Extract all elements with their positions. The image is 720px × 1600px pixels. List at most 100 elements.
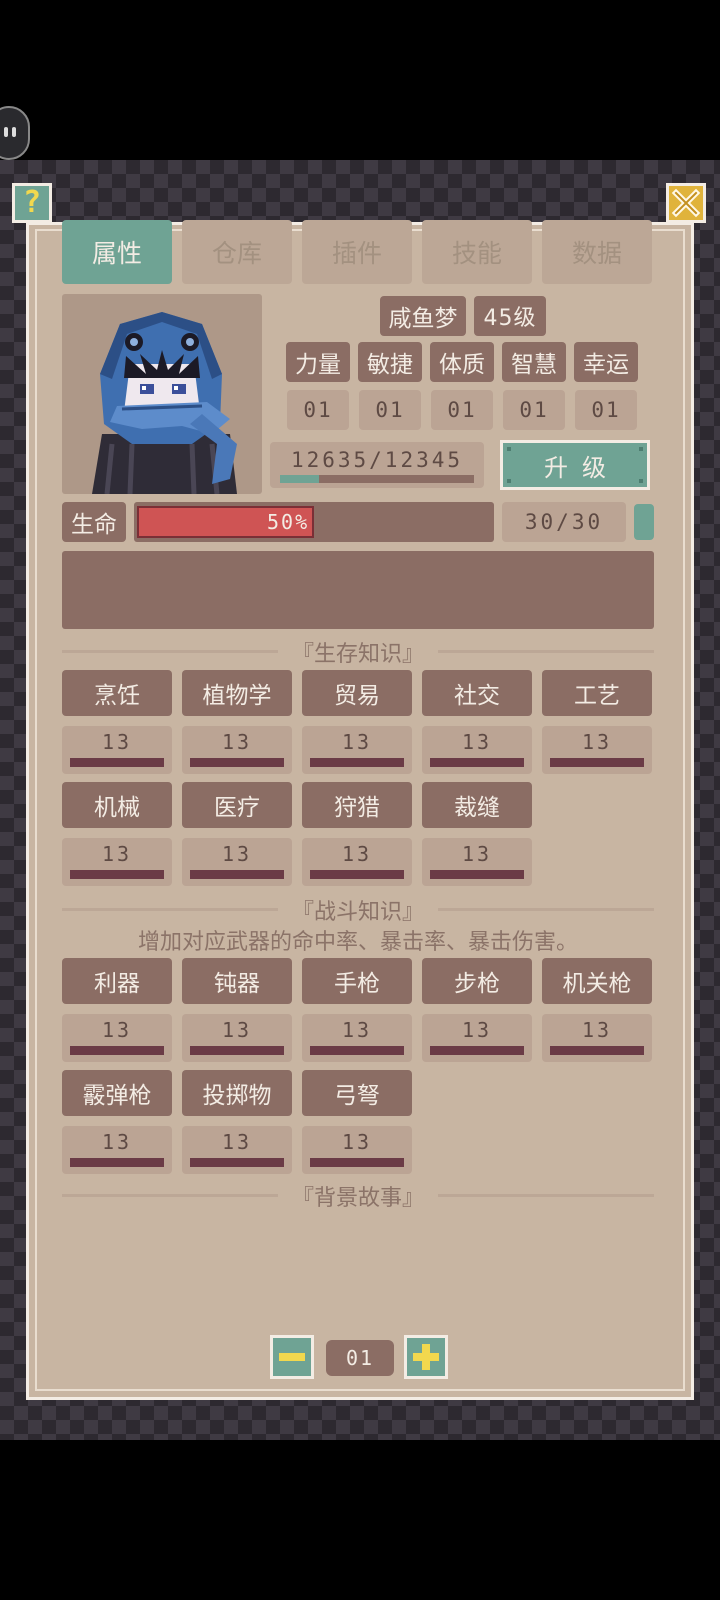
eye-icon bbox=[12, 127, 16, 137]
attr-value-agility: 01 bbox=[359, 390, 421, 430]
combat-skill-level: 13 bbox=[581, 1018, 613, 1042]
survival-section-title: 『生存知识』 bbox=[291, 642, 424, 667]
survival-skill-name[interactable]: 烹饪 bbox=[62, 670, 172, 716]
survival-skill-bar bbox=[70, 870, 164, 879]
attr-label-strength: 力量 bbox=[286, 342, 350, 382]
eye-icon bbox=[4, 127, 8, 137]
tab-warehouse[interactable]: 仓库 bbox=[182, 220, 292, 284]
survival-skill-bar bbox=[310, 758, 404, 767]
survival-skill-level: 13 bbox=[581, 730, 613, 754]
survival-skill-name[interactable]: 医疗 bbox=[182, 782, 292, 828]
survival-skill-bar bbox=[310, 870, 404, 879]
combat-skill-level: 13 bbox=[341, 1018, 373, 1042]
combat-skill-name[interactable]: 霰弹枪 bbox=[62, 1070, 172, 1116]
combat-skill-name[interactable]: 钝器 bbox=[182, 958, 292, 1004]
combat-skill-bar bbox=[310, 1158, 404, 1167]
health-percent: 50% bbox=[267, 510, 310, 534]
experience-box: 12635/12345 bbox=[270, 442, 484, 488]
combat-skill-bar bbox=[70, 1158, 164, 1167]
help-button[interactable]: ? bbox=[12, 183, 52, 223]
combat-skill-name[interactable]: 利器 bbox=[62, 958, 172, 1004]
floating-assistant-button[interactable] bbox=[0, 106, 30, 160]
survival-skill-value: 13 bbox=[542, 726, 652, 774]
combat-skill-value: 13 bbox=[542, 1014, 652, 1062]
combat-skill-value: 13 bbox=[62, 1126, 172, 1174]
combat-section-header: 『战斗知识』 bbox=[62, 894, 654, 925]
combat-skill-bar bbox=[190, 1046, 284, 1055]
close-icon bbox=[671, 188, 701, 218]
combat-skill-name[interactable]: 投掷物 bbox=[182, 1070, 292, 1116]
combat-description: 增加对应武器的命中率、暴击率、暴击伤害。 bbox=[137, 930, 578, 955]
health-bar: 50% bbox=[134, 502, 494, 542]
upgrade-label: 升级 bbox=[544, 453, 620, 482]
health-value: 30/30 bbox=[502, 502, 626, 542]
survival-skill-name[interactable]: 狩猎 bbox=[302, 782, 412, 828]
survival-skill-value: 13 bbox=[62, 726, 172, 774]
description-box bbox=[62, 551, 654, 629]
survival-skill-name[interactable]: 裁缝 bbox=[422, 782, 532, 828]
combat-skill-level: 13 bbox=[101, 1018, 133, 1042]
survival-skill-level: 13 bbox=[221, 842, 253, 866]
combat-skill-bar bbox=[70, 1046, 164, 1055]
attr-label-wisdom: 智慧 bbox=[502, 342, 566, 382]
survival-skill-level: 13 bbox=[101, 842, 133, 866]
tab-attributes[interactable]: 属性 bbox=[62, 220, 172, 284]
plus-icon bbox=[413, 1344, 439, 1370]
attr-value-constitution: 01 bbox=[431, 390, 493, 430]
attr-label-constitution: 体质 bbox=[430, 342, 494, 382]
combat-skill-bar bbox=[190, 1158, 284, 1167]
attr-value-strength: 01 bbox=[287, 390, 349, 430]
survival-skill-bar bbox=[430, 870, 524, 879]
background-section-title: 『背景故事』 bbox=[291, 1186, 424, 1211]
combat-skill-value: 13 bbox=[422, 1014, 532, 1062]
survival-skill-level: 13 bbox=[341, 730, 373, 754]
combat-skill-name[interactable]: 机关枪 bbox=[542, 958, 652, 1004]
survival-section-header: 『生存知识』 bbox=[62, 636, 654, 667]
survival-skill-value: 13 bbox=[422, 726, 532, 774]
survival-skill-bar bbox=[190, 870, 284, 879]
character-level: 45级 bbox=[474, 296, 546, 336]
combat-skill-value: 13 bbox=[62, 1014, 172, 1062]
decrease-button[interactable] bbox=[270, 1335, 314, 1379]
combat-skill-name[interactable]: 步枪 bbox=[422, 958, 532, 1004]
attr-label-agility: 敏捷 bbox=[358, 342, 422, 382]
survival-skill-name[interactable]: 社交 bbox=[422, 670, 532, 716]
survival-skill-name[interactable]: 植物学 bbox=[182, 670, 292, 716]
attr-label-luck: 幸运 bbox=[574, 342, 638, 382]
close-button[interactable] bbox=[666, 183, 706, 223]
increase-button[interactable] bbox=[404, 1335, 448, 1379]
combat-skill-level: 13 bbox=[461, 1018, 493, 1042]
combat-skill-bar bbox=[430, 1046, 524, 1055]
survival-skill-name[interactable]: 机械 bbox=[62, 782, 172, 828]
combat-skill-value: 13 bbox=[302, 1126, 412, 1174]
tab-skills[interactable]: 技能 bbox=[422, 220, 532, 284]
experience-bar bbox=[280, 475, 474, 483]
combat-skill-name[interactable]: 弓弩 bbox=[302, 1070, 412, 1116]
tab-plugins[interactable]: 插件 bbox=[302, 220, 412, 284]
combat-skill-level: 13 bbox=[101, 1130, 133, 1154]
survival-skill-bar bbox=[550, 758, 644, 767]
survival-skill-bar bbox=[430, 758, 524, 767]
attr-value-luck: 01 bbox=[575, 390, 637, 430]
survival-skill-level: 13 bbox=[461, 730, 493, 754]
combat-skill-name[interactable]: 手枪 bbox=[302, 958, 412, 1004]
survival-skill-value: 13 bbox=[422, 838, 532, 886]
minus-icon bbox=[279, 1353, 305, 1361]
survival-skill-level: 13 bbox=[221, 730, 253, 754]
attr-value-wisdom: 01 bbox=[503, 390, 565, 430]
combat-skill-value: 13 bbox=[302, 1014, 412, 1062]
survival-skill-bar bbox=[190, 758, 284, 767]
survival-skill-bar bbox=[70, 758, 164, 767]
upgrade-button[interactable]: 升级 bbox=[500, 440, 650, 490]
survival-skill-value: 13 bbox=[302, 726, 412, 774]
combat-skill-level: 13 bbox=[341, 1130, 373, 1154]
character-name: 咸鱼梦 bbox=[380, 296, 466, 336]
survival-skill-name[interactable]: 工艺 bbox=[542, 670, 652, 716]
combat-skill-bar bbox=[550, 1046, 644, 1055]
tab-data[interactable]: 数据 bbox=[542, 220, 652, 284]
combat-skill-value: 13 bbox=[182, 1126, 292, 1174]
survival-skill-level: 13 bbox=[461, 842, 493, 866]
health-side-button[interactable] bbox=[634, 504, 654, 540]
survival-skill-name[interactable]: 贸易 bbox=[302, 670, 412, 716]
background-section-header: 『背景故事』 bbox=[62, 1180, 654, 1211]
